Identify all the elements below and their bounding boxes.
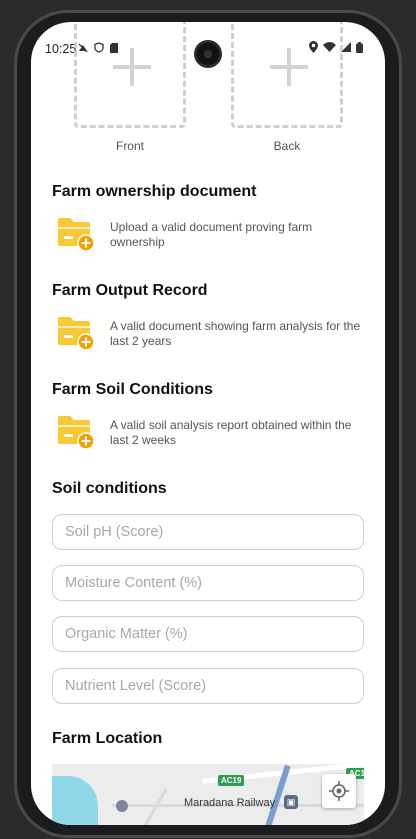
nutrient-level-field: [52, 668, 364, 704]
folder-add-icon: [58, 317, 95, 351]
output-record-upload[interactable]: A valid document showing farm analysis f…: [56, 315, 366, 355]
folder-add-icon: [58, 218, 95, 252]
map-place-label: Maradana Railway: [184, 797, 276, 809]
train-station-icon: ▣: [284, 795, 298, 809]
status-time: 10:25: [45, 42, 77, 56]
organic-matter-input[interactable]: [53, 617, 363, 651]
moisture-content-field: [52, 565, 364, 601]
front-photo-upload[interactable]: [74, 22, 186, 128]
soil-ph-field: [52, 514, 364, 550]
app-screen: 10:25 Front Back Farm ownership document…: [31, 22, 385, 825]
soil-conditions-title: Soil conditions: [52, 480, 167, 497]
ownership-doc-title: Farm ownership document: [52, 183, 257, 200]
output-record-description: A valid document showing farm analysis f…: [110, 319, 361, 348]
plus-icon: [113, 48, 151, 86]
soil-report-description: A valid soil analysis report obtained wi…: [110, 418, 352, 447]
soil-report-title: Farm Soil Conditions: [52, 381, 213, 398]
output-record-title: Farm Output Record: [52, 282, 208, 299]
my-location-button[interactable]: [322, 774, 356, 808]
front-camera: [194, 40, 222, 68]
soil-report-upload[interactable]: A valid soil analysis report obtained wi…: [56, 414, 366, 454]
front-photo-label: Front: [115, 139, 144, 153]
folder-add-icon: [58, 416, 95, 450]
soil-ph-input[interactable]: [53, 515, 363, 549]
map-water: [52, 776, 98, 825]
farm-location-map[interactable]: AC19 AC13 Maradana Railway ▣: [52, 764, 364, 825]
battery-icon: [356, 41, 363, 53]
my-location-icon: [329, 781, 349, 801]
ownership-doc-upload[interactable]: Upload a valid document proving farm own…: [56, 216, 366, 256]
back-photo-label: Back: [273, 139, 301, 153]
organic-matter-field: [52, 616, 364, 652]
bus-stop-icon: [116, 800, 128, 812]
nutrient-level-input[interactable]: [53, 669, 363, 703]
highway-shield: AC19: [218, 775, 245, 786]
plus-icon: [270, 48, 308, 86]
ownership-doc-description: Upload a valid document proving farm own…: [110, 220, 313, 249]
farm-location-title: Farm Location: [52, 730, 163, 747]
moisture-content-input[interactable]: [53, 566, 363, 600]
back-photo-upload[interactable]: [231, 22, 343, 128]
